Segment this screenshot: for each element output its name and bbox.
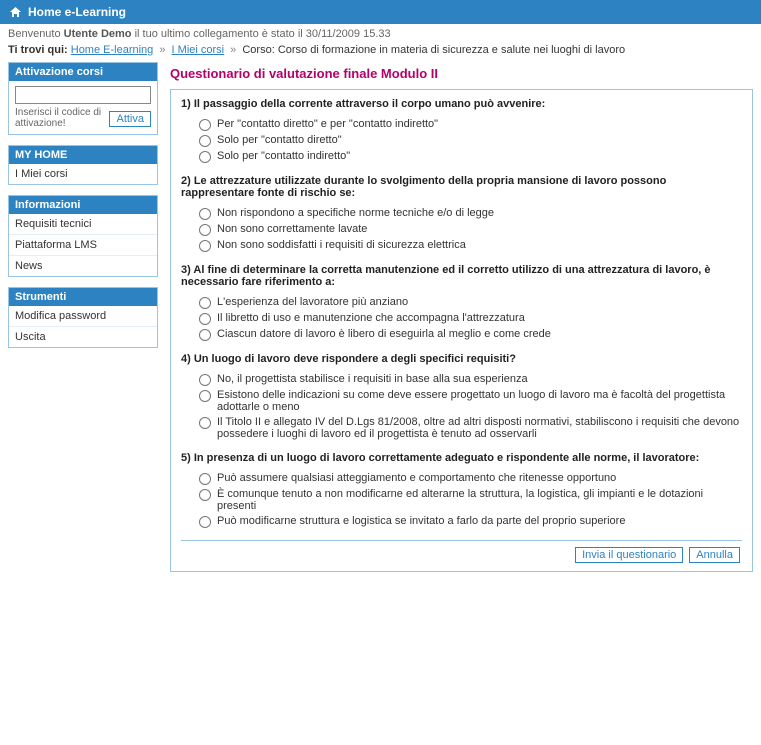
- info-title: Informazioni: [9, 196, 157, 214]
- question-3: 3) Al fine di determinare la corretta ma…: [181, 264, 742, 341]
- cancel-button[interactable]: Annulla: [689, 547, 740, 563]
- question-option[interactable]: Può assumere qualsiasi atteggiamento e c…: [199, 472, 742, 485]
- radio-input[interactable]: [199, 516, 211, 528]
- option-label: Solo per "contatto diretto": [217, 134, 342, 146]
- sidebar-item-change-password[interactable]: Modifica password: [9, 306, 157, 326]
- page-title: Home e-Learning: [28, 5, 126, 19]
- radio-input[interactable]: [199, 390, 211, 402]
- question-option[interactable]: Non sono correttamente lavate: [199, 223, 742, 236]
- question-1: 1) Il passaggio della corrente attravers…: [181, 98, 742, 163]
- quiz-footer: Invia il questionario Annulla: [181, 540, 742, 565]
- option-label: Ciascun datore di lavoro è libero di ese…: [217, 328, 551, 340]
- question-option[interactable]: No, il progettista stabilisce i requisit…: [199, 373, 742, 386]
- topbar: Home e-Learning: [0, 0, 761, 24]
- quiz-form: 1) Il passaggio della corrente attravers…: [170, 89, 753, 572]
- myhome-title: MY HOME: [9, 146, 157, 164]
- radio-input[interactable]: [199, 417, 211, 429]
- radio-input[interactable]: [199, 329, 211, 341]
- sidebar-item-logout[interactable]: Uscita: [9, 326, 157, 347]
- welcome-prefix: Benvenuto: [8, 28, 61, 40]
- breadcrumb-item-courses[interactable]: I Miei corsi: [172, 44, 225, 56]
- question-option[interactable]: Solo per "contatto indiretto": [199, 150, 742, 163]
- activation-code-input[interactable]: [15, 86, 151, 104]
- tools-box: Strumenti Modifica password Uscita: [8, 287, 158, 348]
- question-option[interactable]: Solo per "contatto diretto": [199, 134, 742, 147]
- radio-input[interactable]: [199, 313, 211, 325]
- welcome-user: Utente Demo: [64, 28, 132, 40]
- option-label: È comunque tenuto a non modificarne ed a…: [217, 488, 742, 512]
- breadcrumb-item-current: Corso: Corso di formazione in materia di…: [242, 44, 625, 56]
- option-label: Non sono soddisfatti i requisiti di sicu…: [217, 239, 466, 251]
- sidebar-item-news[interactable]: News: [9, 255, 157, 276]
- radio-input[interactable]: [199, 374, 211, 386]
- option-label: Esistono delle indicazioni su come deve …: [217, 389, 742, 413]
- radio-input[interactable]: [199, 119, 211, 131]
- activate-button[interactable]: Attiva: [109, 111, 151, 127]
- welcome-lastlogin-text: il tuo ultimo collegamento è stato il: [135, 28, 303, 40]
- sidebar-item-lms[interactable]: Piattaforma LMS: [9, 234, 157, 255]
- sidebar-item-my-courses[interactable]: I Miei corsi: [9, 164, 157, 184]
- radio-input[interactable]: [199, 473, 211, 485]
- radio-input[interactable]: [199, 240, 211, 252]
- question-text: 2) Le attrezzature utilizzate durante lo…: [181, 175, 742, 199]
- option-label: Non sono correttamente lavate: [217, 223, 367, 235]
- option-label: Può modificarne struttura e logistica se…: [217, 515, 625, 527]
- home-icon: [9, 6, 22, 18]
- question-option[interactable]: Ciascun datore di lavoro è libero di ese…: [199, 328, 742, 341]
- breadcrumb-sep: »: [156, 44, 168, 56]
- sidebar: Attivazione corsi Inserisci il codice di…: [8, 62, 158, 358]
- radio-input[interactable]: [199, 135, 211, 147]
- sidebar-item-tech-req[interactable]: Requisiti tecnici: [9, 214, 157, 234]
- breadcrumb-label: Ti trovi qui:: [8, 44, 68, 56]
- main-content: Questionario di valutazione finale Modul…: [170, 62, 753, 572]
- radio-input[interactable]: [199, 224, 211, 236]
- question-option[interactable]: L'esperienza del lavoratore più anziano: [199, 296, 742, 309]
- option-label: Solo per "contatto indiretto": [217, 150, 350, 162]
- radio-input[interactable]: [199, 208, 211, 220]
- question-2: 2) Le attrezzature utilizzate durante lo…: [181, 175, 742, 252]
- option-label: Il libretto di uso e manutenzione che ac…: [217, 312, 525, 324]
- tools-title: Strumenti: [9, 288, 157, 306]
- question-option[interactable]: Esistono delle indicazioni su come deve …: [199, 389, 742, 413]
- question-option[interactable]: Può modificarne struttura e logistica se…: [199, 515, 742, 528]
- welcome-line: Benvenuto Utente Demo il tuo ultimo coll…: [0, 24, 761, 42]
- question-option[interactable]: Il libretto di uso e manutenzione che ac…: [199, 312, 742, 325]
- myhome-box: MY HOME I Miei corsi: [8, 145, 158, 185]
- question-4: 4) Un luogo di lavoro deve rispondere a …: [181, 353, 742, 440]
- activation-title: Attivazione corsi: [9, 63, 157, 81]
- question-text: 1) Il passaggio della corrente attravers…: [181, 98, 742, 110]
- question-5: 5) In presenza di un luogo di lavoro cor…: [181, 452, 742, 528]
- option-label: Può assumere qualsiasi atteggiamento e c…: [217, 472, 616, 484]
- activation-hint: Inserisci il codice di attivazione!: [15, 108, 104, 129]
- breadcrumb: Ti trovi qui: Home E-learning » I Miei c…: [0, 42, 761, 62]
- question-option[interactable]: Non sono soddisfatti i requisiti di sicu…: [199, 239, 742, 252]
- question-text: 4) Un luogo di lavoro deve rispondere a …: [181, 353, 742, 365]
- breadcrumb-sep: »: [227, 44, 239, 56]
- quiz-title: Questionario di valutazione finale Modul…: [170, 62, 753, 89]
- info-box: Informazioni Requisiti tecnici Piattafor…: [8, 195, 158, 277]
- option-label: No, il progettista stabilisce i requisit…: [217, 373, 528, 385]
- radio-input[interactable]: [199, 297, 211, 309]
- option-label: Il Titolo II e allegato IV del D.Lgs 81/…: [217, 416, 742, 440]
- question-text: 5) In presenza di un luogo di lavoro cor…: [181, 452, 742, 464]
- option-label: L'esperienza del lavoratore più anziano: [217, 296, 408, 308]
- question-option[interactable]: Per "contatto diretto" e per "contatto i…: [199, 118, 742, 131]
- radio-input[interactable]: [199, 151, 211, 163]
- activation-box: Attivazione corsi Inserisci il codice di…: [8, 62, 158, 135]
- question-text: 3) Al fine di determinare la corretta ma…: [181, 264, 742, 288]
- question-option[interactable]: È comunque tenuto a non modificarne ed a…: [199, 488, 742, 512]
- option-label: Per "contatto diretto" e per "contatto i…: [217, 118, 438, 130]
- breadcrumb-item-home[interactable]: Home E-learning: [71, 44, 154, 56]
- question-option[interactable]: Non rispondono a specifiche norme tecnic…: [199, 207, 742, 220]
- submit-quiz-button[interactable]: Invia il questionario: [575, 547, 683, 563]
- option-label: Non rispondono a specifiche norme tecnic…: [217, 207, 494, 219]
- question-option[interactable]: Il Titolo II e allegato IV del D.Lgs 81/…: [199, 416, 742, 440]
- radio-input[interactable]: [199, 489, 211, 501]
- welcome-lastlogin: 30/11/2009 15.33: [306, 28, 391, 40]
